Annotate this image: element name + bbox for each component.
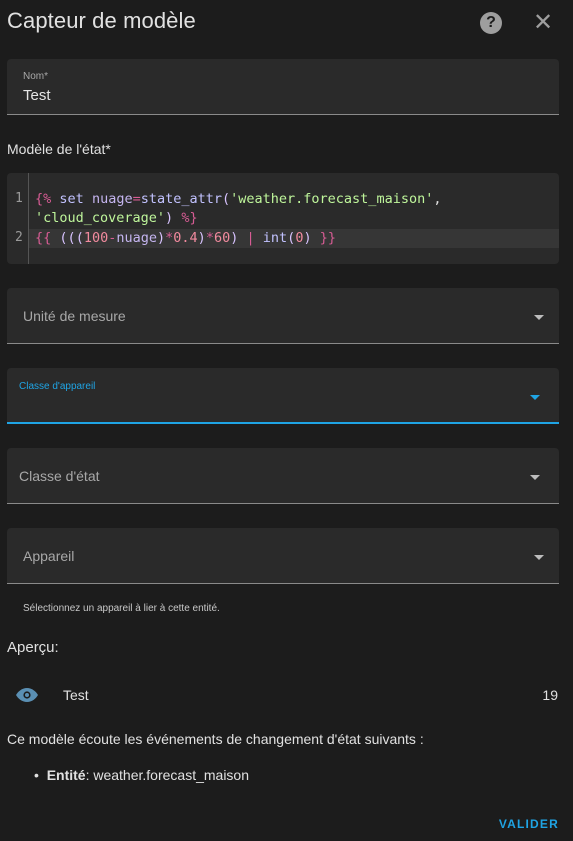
listen-entity-bold: Entité bbox=[46, 767, 86, 783]
help-icon[interactable]: ? bbox=[480, 12, 502, 34]
device-helper-text: Sélectionnez un appareil à lier à cette … bbox=[23, 603, 220, 614]
unit-select-label: Unité de mesure bbox=[23, 308, 126, 324]
chevron-down-icon bbox=[534, 315, 544, 320]
code-gutter bbox=[7, 173, 29, 264]
state-class-select[interactable]: Classe d'état bbox=[7, 448, 559, 504]
device-class-select[interactable]: Classe d'appareil bbox=[7, 368, 559, 424]
code-line-1-wrap: 'cloud_coverage') %} bbox=[35, 210, 198, 226]
name-field-value: Test bbox=[23, 87, 51, 104]
chevron-down-icon bbox=[530, 395, 540, 400]
listen-description: Ce modèle écoute les événements de chang… bbox=[7, 731, 424, 747]
eye-icon bbox=[16, 688, 38, 702]
device-class-label: Classe d'appareil bbox=[19, 381, 96, 392]
chevron-down-icon bbox=[530, 475, 540, 480]
state-class-label: Classe d'état bbox=[19, 468, 100, 484]
template-label: Modèle de l'état* bbox=[7, 141, 111, 157]
line-number: 2 bbox=[15, 230, 23, 245]
template-code-editor[interactable]: 1 2 {% set nuage=state_attr('weather.for… bbox=[7, 173, 559, 264]
preview-entity-name: Test bbox=[63, 687, 89, 703]
code-line-1: {% set nuage=state_attr('weather.forecas… bbox=[35, 191, 442, 207]
device-select-label: Appareil bbox=[23, 548, 75, 564]
device-select[interactable]: Appareil bbox=[7, 528, 559, 584]
chevron-down-icon bbox=[534, 555, 544, 560]
preview-entity-value: 19 bbox=[542, 687, 558, 703]
listen-entity-value: : weather.forecast_maison bbox=[85, 767, 249, 783]
preview-label: Aperçu: bbox=[7, 639, 59, 656]
code-line-2: {{ (((100-nuage)*0.4)*60) | int(0) }} bbox=[35, 230, 336, 246]
validate-button[interactable]: VALIDER bbox=[499, 817, 559, 831]
unit-select[interactable]: Unité de mesure bbox=[7, 288, 559, 344]
listen-entity-item: • Entité: weather.forecast_maison bbox=[34, 767, 249, 783]
dialog-title: Capteur de modèle bbox=[7, 8, 196, 33]
line-number: 1 bbox=[15, 191, 23, 206]
close-icon[interactable]: ✕ bbox=[533, 11, 553, 35]
name-field[interactable]: Nom* Test bbox=[7, 59, 559, 115]
name-field-label: Nom* bbox=[23, 71, 49, 82]
